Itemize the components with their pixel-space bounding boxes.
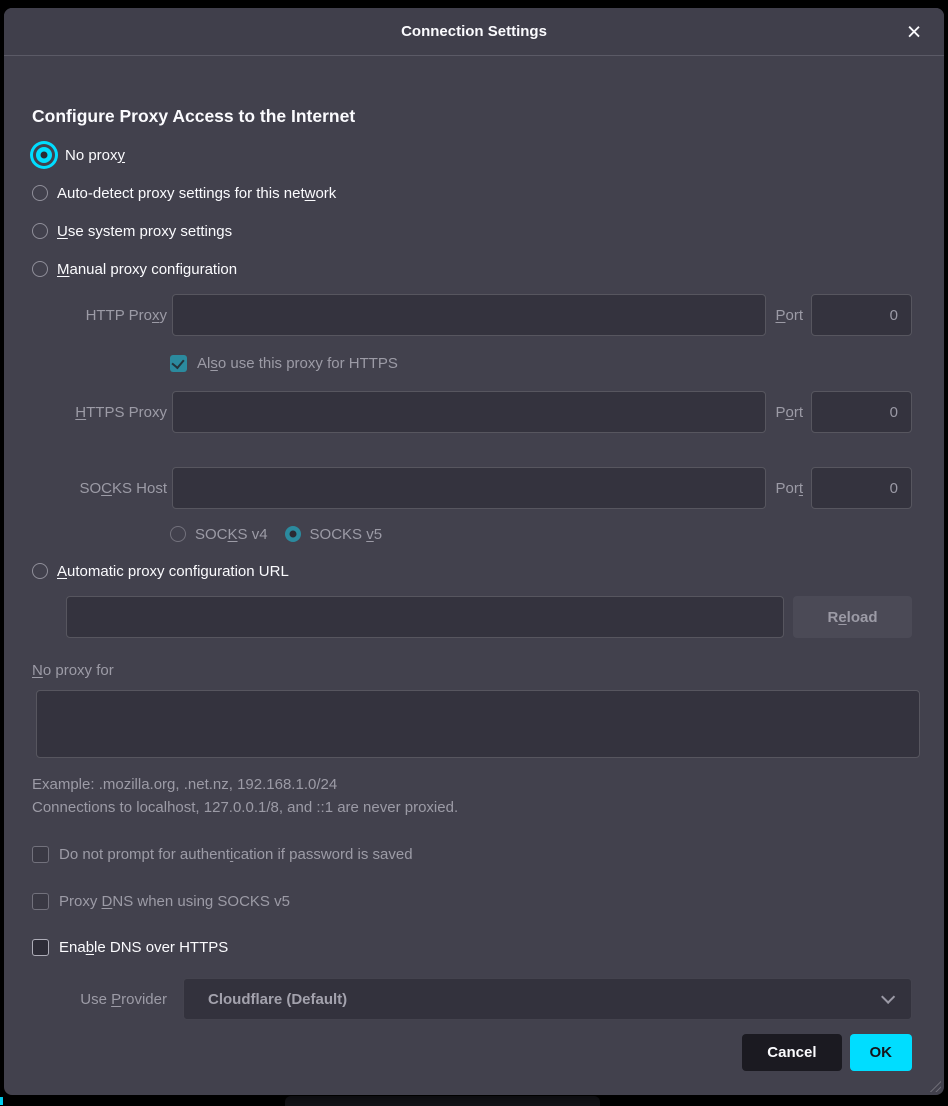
radio-row-autoconfig[interactable]: Automatic proxy configuration URL: [32, 561, 912, 581]
radio-button-system-proxy[interactable]: [32, 223, 48, 239]
enable-doh-label: Enable DNS over HTTPS: [59, 939, 228, 956]
radio-label-system-proxy: Use system proxy settings: [57, 223, 232, 240]
http-port-input[interactable]: [811, 294, 912, 336]
reload-button[interactable]: Reload: [793, 596, 912, 638]
radio-button-manual-proxy[interactable]: [32, 261, 48, 277]
socks-host-input[interactable]: [172, 467, 766, 509]
radio-label-socks-v4: SOCKS v4: [195, 526, 268, 543]
https-proxy-label: HTTPS Proxy: [32, 404, 167, 421]
radio-label-socks-v5: SOCKS v5: [310, 526, 383, 543]
checkbox-also-https[interactable]: [170, 355, 187, 372]
also-https-row[interactable]: Also use this proxy for HTTPS: [170, 353, 912, 373]
dialog-title: Connection Settings: [401, 23, 547, 40]
https-proxy-row: HTTPS Proxy Port: [32, 391, 912, 433]
https-proxy-input[interactable]: [172, 391, 766, 433]
radio-label-auto-detect: Auto-detect proxy settings for this netw…: [57, 185, 336, 202]
dialog-titlebar: Connection Settings ×: [4, 8, 944, 56]
ok-button[interactable]: OK: [850, 1034, 913, 1071]
radio-button-auto-detect[interactable]: [32, 185, 48, 201]
resize-grip[interactable]: [928, 1079, 941, 1092]
doh-provider-dropdown[interactable]: Cloudflare (Default): [183, 978, 912, 1020]
dialog-button-row: Cancel OK: [32, 1034, 912, 1071]
radio-label-manual-proxy: Manual proxy configuration: [57, 261, 237, 278]
background-page-element: [285, 1096, 600, 1106]
no-proxy-for-label-text: No proxy for: [32, 662, 114, 679]
radio-label-autoconfig: Automatic proxy configuration URL: [57, 563, 289, 580]
page-title: Configure Proxy Access to the Internet: [32, 106, 912, 127]
radio-row-socks-v5[interactable]: SOCKS v5: [285, 526, 383, 543]
https-port-input[interactable]: [811, 391, 912, 433]
no-proxy-for-textarea[interactable]: [36, 690, 920, 758]
radio-button-socks-v5[interactable]: [285, 526, 301, 542]
https-port-label: Port: [775, 404, 803, 421]
radio-label-no-proxy: No proxy: [65, 147, 125, 164]
http-proxy-label: HTTP Proxy: [32, 307, 167, 324]
proxy-dns-label: Proxy DNS when using SOCKS v5: [59, 893, 290, 910]
close-icon[interactable]: ×: [900, 18, 928, 46]
checkbox-enable-doh[interactable]: [32, 939, 49, 956]
checkbox-row-proxy-dns[interactable]: Proxy DNS when using SOCKS v5: [32, 891, 912, 911]
socks-port-input[interactable]: [811, 467, 912, 509]
no-proxy-for-label: No proxy for: [32, 660, 912, 680]
radio-button-socks-v4[interactable]: [170, 526, 186, 542]
radio-row-system-proxy[interactable]: Use system proxy settings: [32, 221, 912, 241]
doh-provider-row: Use Provider Cloudflare (Default): [32, 978, 912, 1020]
http-proxy-row: HTTP Proxy Port: [32, 294, 912, 336]
background-accent-sliver: [0, 1097, 3, 1105]
socks-port-label: Port: [775, 480, 803, 497]
no-proxy-example-text: Example: .mozilla.org, .net.nz, 192.168.…: [32, 776, 912, 793]
cancel-button[interactable]: Cancel: [742, 1034, 841, 1071]
radio-button-autoconfig[interactable]: [32, 563, 48, 579]
autoconfig-url-input[interactable]: [66, 596, 784, 638]
chevron-down-icon: [881, 990, 895, 1004]
socks-host-label: SOCKS Host: [32, 480, 167, 497]
http-port-label: Port: [775, 307, 803, 324]
radio-row-no-proxy[interactable]: No proxy: [32, 145, 912, 165]
no-prompt-auth-label: Do not prompt for authentication if pass…: [59, 846, 413, 863]
radio-button-no-proxy[interactable]: [36, 147, 52, 163]
radio-row-manual-proxy[interactable]: Manual proxy configuration: [32, 259, 912, 279]
autoconfig-url-row: Reload: [32, 596, 912, 638]
also-https-label: Also use this proxy for HTTPS: [197, 355, 398, 372]
http-proxy-input[interactable]: [172, 294, 766, 336]
connection-settings-dialog: Connection Settings × Configure Proxy Ac…: [4, 8, 944, 1095]
dialog-content: Configure Proxy Access to the Internet N…: [4, 56, 944, 1071]
doh-provider-selected-value: Cloudflare (Default): [208, 991, 881, 1008]
socks-host-row: SOCKS Host Port: [32, 467, 912, 509]
checkbox-row-no-prompt-auth[interactable]: Do not prompt for authentication if pass…: [32, 844, 912, 864]
use-provider-label: Use Provider: [32, 991, 167, 1008]
radio-row-socks-v4[interactable]: SOCKS v4: [170, 526, 268, 543]
checkbox-row-enable-doh[interactable]: Enable DNS over HTTPS: [32, 937, 912, 957]
socks-version-row: SOCKS v4 SOCKS v5: [170, 524, 912, 544]
checkbox-proxy-dns[interactable]: [32, 893, 49, 910]
localhost-note-text: Connections to localhost, 127.0.0.1/8, a…: [32, 799, 912, 816]
checkbox-no-prompt-auth[interactable]: [32, 846, 49, 863]
radio-row-auto-detect[interactable]: Auto-detect proxy settings for this netw…: [32, 183, 912, 203]
